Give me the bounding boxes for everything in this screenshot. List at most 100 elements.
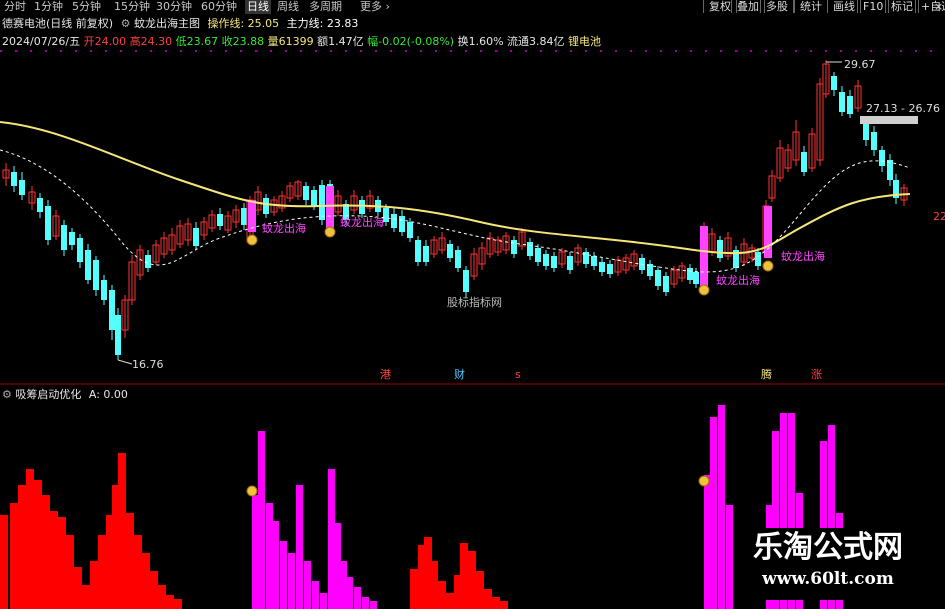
- range-box: [860, 116, 918, 124]
- candle-body: [879, 150, 885, 166]
- tab-1min[interactable]: 1分钟: [34, 0, 63, 14]
- mark-button[interactable]: 标记: [885, 0, 919, 13]
- candle-body: [831, 76, 837, 90]
- stock-title: 德赛电池(日线 前复权): [2, 17, 114, 30]
- indicator-red-bar: [476, 571, 484, 609]
- tab-daily[interactable]: 日线: [245, 0, 271, 14]
- tab-30min[interactable]: 30分钟: [156, 0, 192, 14]
- date-label: 2024/07/26/五: [2, 35, 81, 48]
- indicator-red-bar: [460, 543, 468, 609]
- low-marker-line: [117, 359, 133, 365]
- close-icon[interactable]: ×: [934, 0, 943, 14]
- event-label-fin: 财: [454, 368, 465, 381]
- candle-body: [85, 250, 91, 280]
- tab-weekly[interactable]: 周线: [277, 0, 299, 14]
- signal-bar: [248, 200, 256, 232]
- candle-body: [599, 262, 605, 272]
- money-bag-icon: [698, 284, 710, 296]
- watermark-title: 乐淘公式网: [753, 530, 903, 565]
- tab-60min[interactable]: 60分钟: [201, 0, 237, 14]
- high-price-label: 29.67: [844, 58, 876, 71]
- candle-body: [193, 228, 199, 246]
- indicator-red-bar: [50, 511, 58, 609]
- indicator-magenta-bar: [288, 553, 295, 609]
- draw-button[interactable]: 画线: [827, 0, 861, 13]
- turnover-label: 换1.60%: [457, 35, 504, 48]
- indicator-red-bar: [74, 567, 82, 609]
- indicator-red-bar: [66, 535, 74, 609]
- event-label-hk: 港: [380, 368, 391, 381]
- signal-label-2: 蚊龙出海: [340, 216, 384, 229]
- op-line-value: 操作线: 25.05: [207, 17, 280, 30]
- signal-label-1: 蚊龙出海: [262, 222, 306, 235]
- indicator-magenta-bar: [312, 581, 319, 609]
- candle-body: [391, 214, 397, 228]
- tab-15min[interactable]: 15分钟: [114, 0, 150, 14]
- indicator-red-bar: [134, 535, 142, 609]
- candle-body: [109, 290, 115, 330]
- formula-settings-icon[interactable]: ⚙: [121, 17, 131, 30]
- signal-label-4: 蚊龙出海: [781, 250, 825, 263]
- candle-body: [263, 198, 269, 214]
- indicator-magenta-bar: [704, 475, 711, 609]
- header-line-1: 德赛电池(日线 前复权) ⚙ 蚊龙出海主图 操作线: 25.05 主力线: 23…: [2, 17, 358, 31]
- indicator-magenta-bar: [726, 505, 733, 609]
- candle-body: [887, 160, 893, 180]
- signal-label-3: 蚊龙出海: [716, 274, 760, 287]
- candle-body: [319, 185, 325, 220]
- tab-more[interactable]: 更多 ›: [360, 0, 390, 14]
- indicator-magenta-bar: [304, 561, 311, 609]
- stats-button[interactable]: 统计: [794, 0, 828, 13]
- indicator-red-bar: [410, 569, 418, 609]
- header-line-2: 2024/07/26/五 开24.00 高24.30 低23.67 收23.88…: [2, 35, 601, 49]
- candlestick-chart[interactable]: [0, 0, 945, 385]
- tab-intraday[interactable]: 分时: [4, 0, 26, 14]
- indicator-red-bar: [492, 597, 500, 609]
- candle-body: [463, 270, 469, 292]
- indicator-red-bar: [484, 589, 492, 609]
- period-toolbar: 分时 1分钟 5分钟 15分钟 30分钟 60分钟 日线 周线 多周期 更多 ›…: [0, 0, 945, 14]
- indicator-red-bar: [90, 561, 98, 609]
- float-cap-label: 流通3.84亿: [507, 35, 565, 48]
- indicator-magenta-bar: [370, 601, 377, 609]
- main-force-value: 主力线: 23.83: [286, 17, 359, 30]
- tab-5min[interactable]: 5分钟: [72, 0, 101, 14]
- signal-bar: [326, 186, 334, 230]
- candle-body: [839, 92, 845, 112]
- candle-body: [801, 152, 807, 172]
- candle-body: [687, 268, 693, 280]
- open-label: 开24.00: [83, 35, 127, 48]
- indicator-red-bar: [118, 453, 126, 609]
- indicator-magenta-bar: [334, 523, 341, 609]
- indicator-title[interactable]: 吸筹启动优化: [15, 388, 81, 401]
- indicator-magenta-bar: [272, 521, 279, 609]
- candle-body: [755, 252, 761, 266]
- indicator-magenta-bar: [296, 485, 303, 609]
- candle-body: [93, 260, 99, 290]
- indicator-settings-icon[interactable]: ⚙: [2, 388, 12, 401]
- candle-body: [543, 254, 549, 266]
- main-formula-name[interactable]: 蚊龙出海主图: [134, 17, 200, 30]
- indicator-magenta-bar: [718, 405, 725, 609]
- indicator-red-bar: [158, 585, 166, 609]
- indicator-red-bar: [166, 595, 174, 609]
- candle-body: [241, 208, 247, 225]
- tab-multi-period[interactable]: 多周期: [309, 0, 342, 14]
- money-bag-icon: [246, 234, 258, 246]
- candle-body: [511, 240, 517, 254]
- multi-stock-button[interactable]: 多股: [760, 0, 794, 13]
- candle-body: [447, 244, 453, 258]
- candle-body: [847, 96, 853, 114]
- industry-label: 锂电池: [568, 35, 602, 48]
- op-line: [0, 121, 911, 255]
- indicator-red-bar: [82, 585, 90, 609]
- candle-body: [19, 180, 25, 195]
- indicator-red-bar: [42, 495, 50, 609]
- candle-body: [863, 124, 869, 140]
- candle-body: [11, 172, 17, 186]
- indicator-magenta-bar: [340, 561, 347, 609]
- candle-body: [61, 225, 67, 250]
- candle-body: [663, 276, 669, 292]
- candle-body: [37, 198, 43, 212]
- candle-body: [399, 216, 405, 232]
